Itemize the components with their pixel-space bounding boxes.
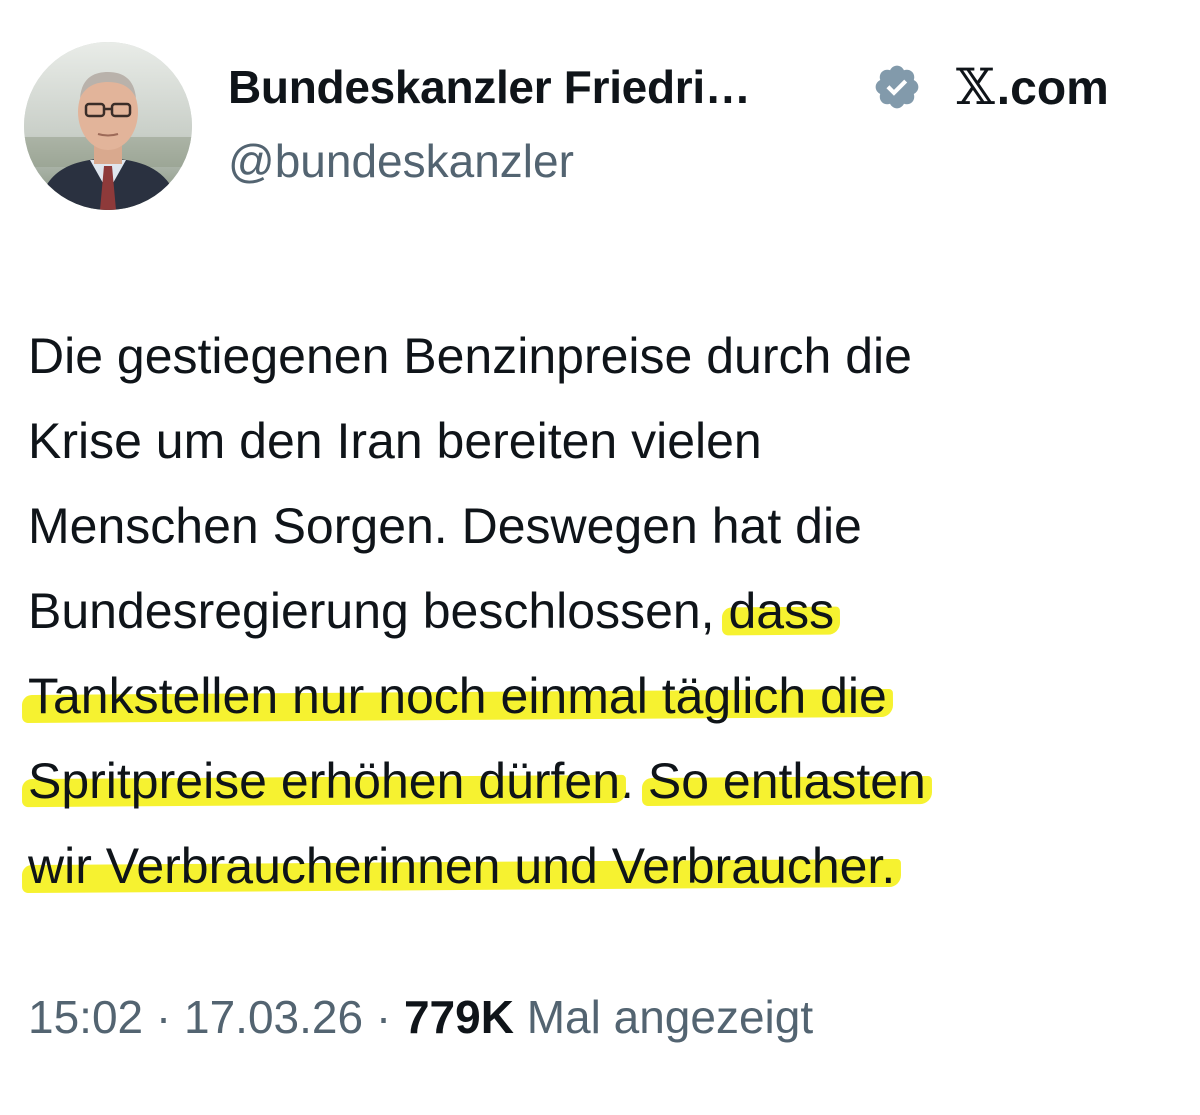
verified-badge-icon bbox=[875, 65, 919, 109]
tweet-text: Die gestiegenen Benzinpreise durch die K… bbox=[28, 314, 1178, 909]
highlighted-text: Spritpreise erhöhen dürfen bbox=[28, 753, 621, 809]
tweet-text-segment: Menschen Sorgen. Deswegen hat die bbox=[28, 498, 862, 554]
source-label[interactable]: 𝕏 .com bbox=[956, 58, 1109, 116]
tweet-meta: 15:02 · 17.03.26 · 779K Mal angezeigt bbox=[28, 990, 813, 1044]
tweet-date[interactable]: 17.03.26 bbox=[184, 991, 363, 1043]
tweet-text-segment: Die gestiegenen Benzinpreise durch die bbox=[28, 328, 912, 384]
highlighted-text: Tankstellen nur noch einmal täglich die bbox=[28, 668, 887, 724]
avatar-image bbox=[24, 42, 192, 210]
tweet-line: Die gestiegenen Benzinpreise durch die bbox=[28, 314, 1178, 399]
view-count-label: Mal angezeigt bbox=[513, 991, 814, 1043]
avatar[interactable] bbox=[24, 42, 192, 210]
highlighted-text: dass bbox=[728, 583, 835, 639]
tweet-line: Bundesregierung beschlossen, dass bbox=[28, 569, 1178, 654]
display-name[interactable]: Bundeskanzler Friedri… bbox=[228, 60, 751, 114]
highlighted-text: wir Verbraucherinnen und Verbraucher. bbox=[28, 838, 896, 894]
tweet-card: Bundeskanzler Friedri… 𝕏 .com @bundeskanz… bbox=[0, 0, 1200, 1115]
tweet-line: Tankstellen nur noch einmal täglich die bbox=[28, 654, 1178, 739]
tweet-line: wir Verbraucherinnen und Verbraucher. bbox=[28, 824, 1178, 909]
view-count: 779K bbox=[403, 991, 514, 1043]
x-logo-icon: 𝕏 bbox=[956, 58, 995, 116]
tweet-text-segment: Bundesregierung beschlossen, bbox=[28, 583, 729, 639]
tweet-line: Spritpreise erhöhen dürfen. So entlasten bbox=[28, 739, 1178, 824]
source-domain: .com bbox=[996, 62, 1109, 115]
highlighted-text: So entlasten bbox=[647, 753, 926, 809]
user-handle[interactable]: @bundeskanzler bbox=[228, 134, 574, 188]
tweet-text-segment: Krise um den Iran bereiten vielen bbox=[28, 413, 762, 469]
meta-separator: · bbox=[363, 991, 404, 1043]
tweet-line: Krise um den Iran bereiten vielen bbox=[28, 399, 1178, 484]
meta-separator: · bbox=[143, 991, 185, 1043]
tweet-line: Menschen Sorgen. Deswegen hat die bbox=[28, 484, 1178, 569]
tweet-time[interactable]: 15:02 bbox=[28, 991, 143, 1043]
